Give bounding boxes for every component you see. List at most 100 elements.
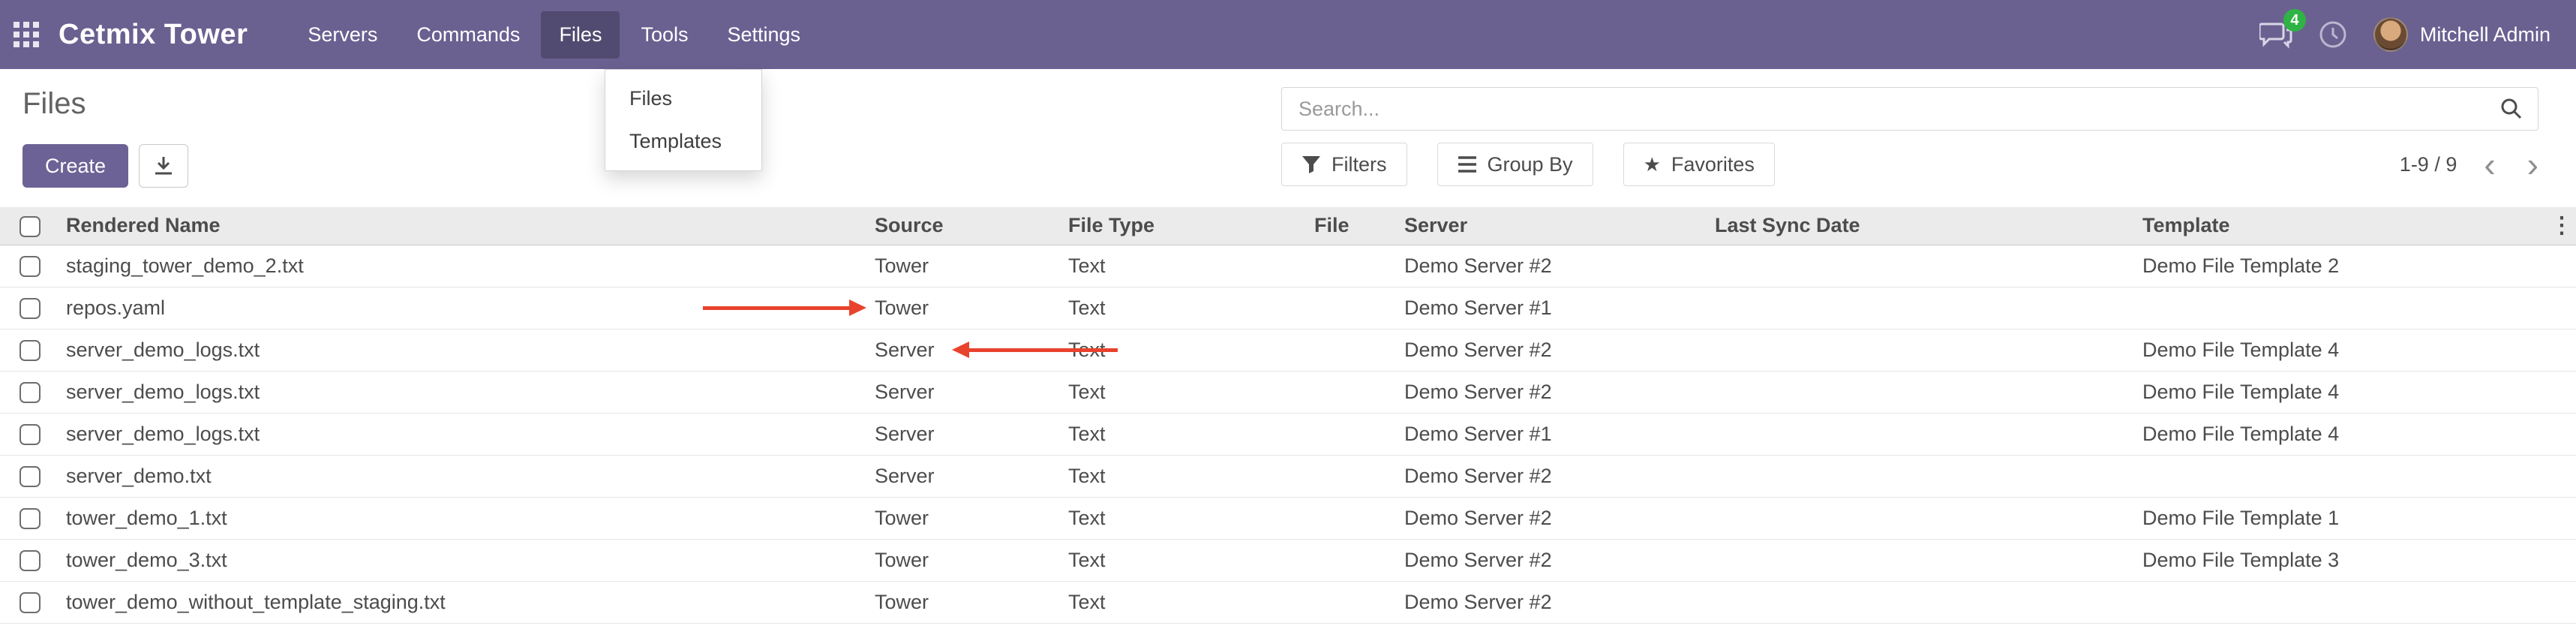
cell-source: Tower (860, 581, 1053, 623)
row-checkbox[interactable] (20, 592, 41, 613)
row-checkbox[interactable] (20, 466, 41, 487)
cell-rendered-name: staging_tower_demo_2.txt (51, 245, 860, 287)
star-icon: ★ (1644, 153, 1661, 176)
cell-server: Demo Server #2 (1389, 329, 1700, 371)
row-checkbox[interactable] (20, 340, 41, 361)
dropdown-item-files[interactable]: Files (605, 77, 761, 120)
cell-file-type: Text (1053, 539, 1299, 581)
nav-item-settings[interactable]: Settings (709, 11, 818, 59)
row-checkbox[interactable] (20, 382, 41, 403)
table-row[interactable]: tower_demo_3.txt Tower Text Demo Server … (0, 539, 2576, 581)
column-header-file[interactable]: File (1299, 207, 1389, 245)
column-header-last-sync-date[interactable]: Last Sync Date (1700, 207, 2127, 245)
search-box (1281, 87, 2538, 131)
table-row[interactable]: server_demo.txt Server Text Demo Server … (0, 455, 2576, 497)
cell-rendered-name: tower_demo_1.txt (51, 497, 860, 539)
column-header-template[interactable]: Template (2127, 207, 2547, 245)
search-icon[interactable] (2499, 97, 2523, 125)
group-by-label: Group By (1488, 153, 1573, 176)
select-all-checkbox[interactable] (20, 216, 41, 237)
cell-rendered-name: tower_demo_without_template_staging.txt (51, 581, 860, 623)
group-by-icon (1458, 155, 1477, 174)
column-header-rendered-name[interactable]: Rendered Name (51, 207, 860, 245)
messages-count-badge: 4 (2283, 9, 2306, 32)
optional-columns-icon[interactable]: ⋮ (2547, 207, 2576, 245)
messages-icon[interactable]: 4 (2259, 20, 2292, 50)
cell-last-sync-date (1700, 455, 2127, 497)
cell-server: Demo Server #1 (1389, 287, 1700, 329)
cell-last-sync-date (1700, 245, 2127, 287)
cell-source: Tower (860, 287, 1053, 329)
cell-file-type: Text (1053, 497, 1299, 539)
cell-file-type: Text (1053, 413, 1299, 455)
apps-grid-icon[interactable] (0, 0, 53, 69)
app-brand-title[interactable]: Cetmix Tower (59, 19, 248, 51)
nav-item-tools[interactable]: Tools (623, 11, 706, 59)
cell-source: Server (860, 413, 1053, 455)
group-by-button[interactable]: Group By (1437, 143, 1593, 186)
cell-file (1299, 497, 1389, 539)
column-header-source[interactable]: Source (860, 207, 1053, 245)
create-button[interactable]: Create (23, 144, 128, 188)
nav-item-servers[interactable]: Servers (290, 11, 395, 59)
cell-file-type: Text (1053, 245, 1299, 287)
cell-file (1299, 245, 1389, 287)
nav-menus: ServersCommandsFilesToolsSettings (290, 0, 818, 69)
table-row[interactable]: tower_demo_without_template_staging.txt … (0, 581, 2576, 623)
cell-template: Demo File Template 4 (2127, 371, 2547, 413)
annotation-arrow-source-server (968, 348, 1118, 352)
files-dropdown-menu: FilesTemplates (605, 69, 762, 171)
column-header-server[interactable]: Server (1389, 207, 1700, 245)
cell-template: Demo File Template 4 (2127, 329, 2547, 371)
pager: 1-9 / 9 ‹ › (2400, 143, 2543, 186)
cell-last-sync-date (1700, 371, 2127, 413)
cell-server: Demo Server #2 (1389, 539, 1700, 581)
favorites-button[interactable]: ★ Favorites (1623, 143, 1775, 186)
row-checkbox[interactable] (20, 508, 41, 529)
pager-range: 1-9 / 9 (2400, 153, 2457, 176)
cell-source: Server (860, 455, 1053, 497)
cell-rendered-name: server_demo_logs.txt (51, 329, 860, 371)
cell-server: Demo Server #2 (1389, 581, 1700, 623)
nav-item-files[interactable]: Files (541, 11, 620, 59)
cell-rendered-name: server_demo.txt (51, 455, 860, 497)
table-row[interactable]: tower_demo_1.txt Tower Text Demo Server … (0, 497, 2576, 539)
export-button[interactable] (139, 144, 188, 188)
cell-template (2127, 581, 2547, 623)
table-row[interactable]: server_demo_logs.txt Server Text Demo Se… (0, 413, 2576, 455)
cell-source: Server (860, 371, 1053, 413)
pager-next-button[interactable]: › (2523, 147, 2543, 182)
annotation-arrow-source-tower (703, 306, 851, 310)
cell-source: Tower (860, 497, 1053, 539)
cell-template: Demo File Template 2 (2127, 245, 2547, 287)
column-header-file-type[interactable]: File Type (1053, 207, 1299, 245)
cell-last-sync-date (1700, 329, 2127, 371)
cell-last-sync-date (1700, 539, 2127, 581)
cell-source: Tower (860, 245, 1053, 287)
nav-item-commands[interactable]: Commands (398, 11, 538, 59)
cell-server: Demo Server #2 (1389, 455, 1700, 497)
dropdown-item-templates[interactable]: Templates (605, 120, 761, 163)
cell-file (1299, 581, 1389, 623)
user-menu[interactable]: Mitchell Admin (2373, 17, 2550, 52)
pager-previous-button[interactable]: ‹ (2479, 147, 2499, 182)
user-avatar (2373, 17, 2408, 52)
table-row[interactable]: server_demo_logs.txt Server Text Demo Se… (0, 329, 2576, 371)
row-checkbox[interactable] (20, 424, 41, 445)
row-checkbox[interactable] (20, 256, 41, 277)
row-checkbox[interactable] (20, 550, 41, 571)
search-input[interactable] (1281, 87, 2538, 131)
activities-clock-icon[interactable] (2318, 20, 2348, 50)
cell-file-type: Text (1053, 287, 1299, 329)
top-navbar: Cetmix Tower ServersCommandsFilesToolsSe… (0, 0, 2576, 69)
page-title: Files (23, 87, 86, 121)
cell-server: Demo Server #2 (1389, 245, 1700, 287)
row-checkbox[interactable] (20, 298, 41, 319)
control-panel: Files Create Filters Group (0, 69, 2576, 207)
cell-file (1299, 539, 1389, 581)
cell-template: Demo File Template 4 (2127, 413, 2547, 455)
table-row[interactable]: staging_tower_demo_2.txt Tower Text Demo… (0, 245, 2576, 287)
table-row[interactable]: repos.yaml Tower Text Demo Server #1 (0, 287, 2576, 329)
table-row[interactable]: server_demo_logs.txt Server Text Demo Se… (0, 371, 2576, 413)
filters-button[interactable]: Filters (1281, 143, 1407, 186)
